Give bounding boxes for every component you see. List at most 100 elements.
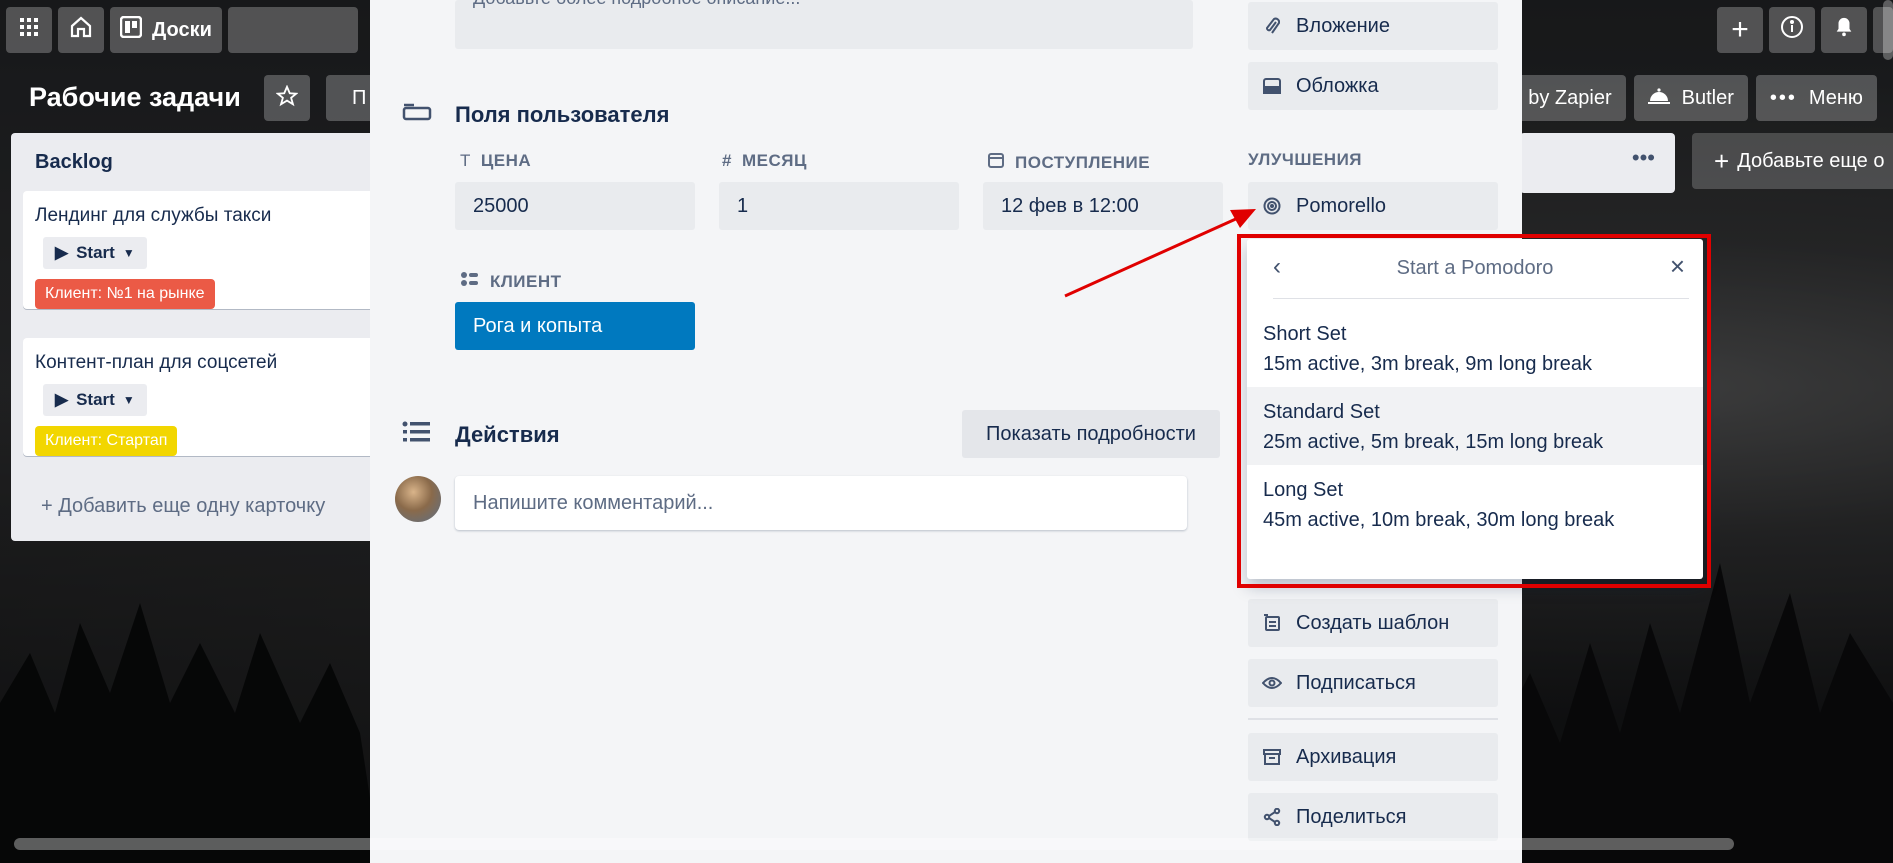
boards-button[interactable]: Доски xyxy=(110,7,222,53)
month-field[interactable]: 1 xyxy=(719,182,959,230)
add-card-button[interactable]: + Добавить еще одну карточку xyxy=(41,495,325,518)
cover-label: Обложка xyxy=(1296,74,1379,97)
sidebar-divider xyxy=(1248,718,1498,720)
subscribe-label: Подписаться xyxy=(1296,671,1416,694)
caret-down-icon: ▼ xyxy=(122,393,135,407)
pomodoro-start-button[interactable]: ▶ Start ▼ xyxy=(43,237,147,269)
template-icon xyxy=(1262,614,1282,632)
play-icon: ▶ xyxy=(55,243,69,262)
field-label-text: ЦЕНА xyxy=(480,151,532,170)
description-placeholder: Добавьте более подробное описание... xyxy=(473,0,800,9)
custom-fields-icon xyxy=(402,102,432,127)
pomorello-label: Pomorello xyxy=(1296,194,1387,217)
field-label-month: # МЕСЯЦ xyxy=(722,151,807,171)
number-icon: # xyxy=(722,151,732,170)
field-label-date: ПОСТУПЛЕНИЕ xyxy=(987,151,1150,174)
cover-icon xyxy=(1262,78,1282,94)
close-icon[interactable]: × xyxy=(1670,251,1685,282)
list-title[interactable]: Backlog xyxy=(35,151,113,174)
activity-icon xyxy=(402,420,432,449)
plus-icon: + xyxy=(41,495,53,517)
add-card-label: Добавить еще одну карточку xyxy=(58,495,326,517)
home-icon xyxy=(69,15,93,45)
add-list-label: Добавьте еще о xyxy=(1737,149,1885,172)
popover-divider xyxy=(1273,298,1689,299)
show-details-button[interactable]: Показать подробности xyxy=(962,410,1220,458)
search-input[interactable] xyxy=(227,7,358,53)
bell-icon xyxy=(1833,16,1855,44)
card-title: Контент-план для соцсетей xyxy=(35,352,278,373)
apps-button[interactable] xyxy=(6,7,52,53)
popover-title: Start a Pomodoro xyxy=(1396,257,1554,279)
start-label: Start xyxy=(76,243,115,262)
set-name: Short Set xyxy=(1263,323,1347,345)
field-label-price: T ЦЕНА xyxy=(460,151,531,171)
list-second: ••• xyxy=(1520,133,1675,193)
butler-button[interactable]: Butler xyxy=(1633,75,1748,121)
list-menu-icon[interactable]: ••• xyxy=(1632,145,1655,171)
dropdown-field-icon xyxy=(460,271,480,292)
cover-button[interactable]: Обложка xyxy=(1248,62,1498,110)
powerups-heading: УЛУЧШЕНИЯ xyxy=(1248,150,1363,169)
board-header-right: te by Zapier Butler ••• Меню xyxy=(1480,75,1877,121)
horizontal-scrollbar[interactable] xyxy=(14,838,1734,850)
eye-icon xyxy=(1262,676,1282,690)
board-title[interactable]: Рабочие задачи xyxy=(29,82,241,113)
archive-icon xyxy=(1262,748,1282,766)
price-field[interactable]: 25000 xyxy=(455,182,695,230)
board-icon xyxy=(119,15,143,44)
header-right-actions: + xyxy=(1717,7,1893,53)
list-card[interactable]: Лендинг для службы такси ▶ Start ▼ Клиен… xyxy=(23,191,391,309)
add-list-button[interactable]: + Добавьте еще о xyxy=(1692,133,1893,189)
card-title: Лендинг для службы такси xyxy=(35,205,272,226)
subscribe-button[interactable]: Подписаться xyxy=(1248,659,1498,707)
field-label-client: КЛИЕНТ xyxy=(460,271,562,292)
share-icon xyxy=(1262,808,1282,826)
calendar-icon xyxy=(987,151,1005,174)
field-label-text: КЛИЕНТ xyxy=(490,271,562,291)
set-description: 15m active, 3m break, 9m long break xyxy=(1263,353,1593,375)
home-button[interactable] xyxy=(58,7,104,53)
attachment-label: Вложение xyxy=(1296,14,1390,37)
share-button[interactable]: Поделиться xyxy=(1248,793,1498,841)
create-button[interactable]: + xyxy=(1717,7,1763,53)
butler-icon xyxy=(1647,85,1670,111)
long-set-option[interactable]: Long Set 45m active, 10m break, 30m long… xyxy=(1247,465,1703,543)
play-icon: ▶ xyxy=(55,390,69,409)
custom-fields-title: Поля пользователя xyxy=(455,102,670,127)
description-field[interactable]: Добавьте более подробное описание... xyxy=(455,0,1193,49)
info-icon xyxy=(1780,15,1804,45)
pomorello-button[interactable]: Pomorello xyxy=(1248,182,1498,230)
date-field[interactable]: 12 фев в 12:00 xyxy=(983,182,1223,230)
more-icon: ••• xyxy=(1769,86,1797,109)
star-icon xyxy=(275,84,299,112)
comment-input[interactable]: Напишите комментарий... xyxy=(455,476,1187,530)
plus-icon: + xyxy=(1731,13,1749,46)
list-card[interactable]: Контент-план для соцсетей ▶ Start ▼ Клие… xyxy=(23,338,391,456)
pomorello-target-icon xyxy=(1262,197,1282,215)
activity-title: Действия xyxy=(455,422,560,447)
info-button[interactable] xyxy=(1769,7,1815,53)
paperclip-icon xyxy=(1262,16,1282,36)
create-template-button[interactable]: Создать шаблон xyxy=(1248,599,1498,647)
set-name: Long Set xyxy=(1263,479,1344,501)
vertical-scrollbar[interactable] xyxy=(1883,0,1893,60)
plus-icon: + xyxy=(1714,145,1730,176)
field-label-text: ПОСТУПЛЕНИЕ xyxy=(1015,152,1151,172)
field-label-text: МЕСЯЦ xyxy=(741,151,807,170)
create-template-label: Создать шаблон xyxy=(1296,611,1450,634)
archive-button[interactable]: Архивация xyxy=(1248,733,1498,781)
attachment-button[interactable]: Вложение xyxy=(1248,2,1498,50)
standard-set-option[interactable]: Standard Set 25m active, 5m break, 15m l… xyxy=(1247,387,1703,465)
pomodoro-start-button[interactable]: ▶ Start ▼ xyxy=(43,384,147,416)
avatar[interactable] xyxy=(395,476,441,522)
star-button[interactable] xyxy=(264,75,310,121)
client-field[interactable]: Рога и копыта xyxy=(455,302,695,350)
butler-label: Butler xyxy=(1681,86,1734,109)
caret-down-icon: ▼ xyxy=(122,246,135,260)
short-set-option[interactable]: Short Set 15m active, 3m break, 9m long … xyxy=(1247,309,1703,387)
boards-label: Доски xyxy=(152,18,212,41)
notifications-button[interactable] xyxy=(1821,7,1867,53)
set-name: Standard Set xyxy=(1263,401,1380,423)
menu-button[interactable]: ••• Меню xyxy=(1755,75,1877,121)
